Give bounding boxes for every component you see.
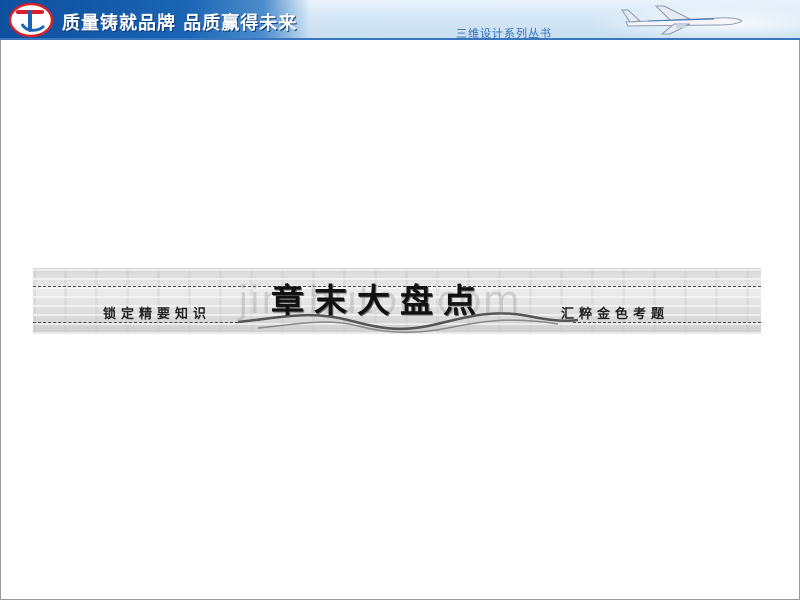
dashed-line-bottom-left — [33, 322, 238, 323]
header-slogan: 质量铸就品牌 品质赢得未来 — [62, 13, 298, 34]
header-divider — [0, 38, 800, 40]
header: 质量铸就品牌 品质赢得未来 三维设计系列丛书 — [0, 0, 800, 40]
right-caption: 汇粹金色考题 — [561, 307, 670, 322]
chapter-title: 章末大盘点 — [271, 281, 486, 320]
airplane-icon — [621, 5, 743, 35]
chapter-banner: jinchutou.com 章末大盘点 锁定精要知识 汇粹金色考题 — [33, 268, 761, 334]
tc-logo-icon — [8, 2, 54, 38]
dashed-line-bottom-right — [573, 322, 761, 323]
left-caption: 锁定精要知识 — [103, 307, 212, 322]
series-title: 三维设计系列丛书 — [456, 27, 552, 40]
